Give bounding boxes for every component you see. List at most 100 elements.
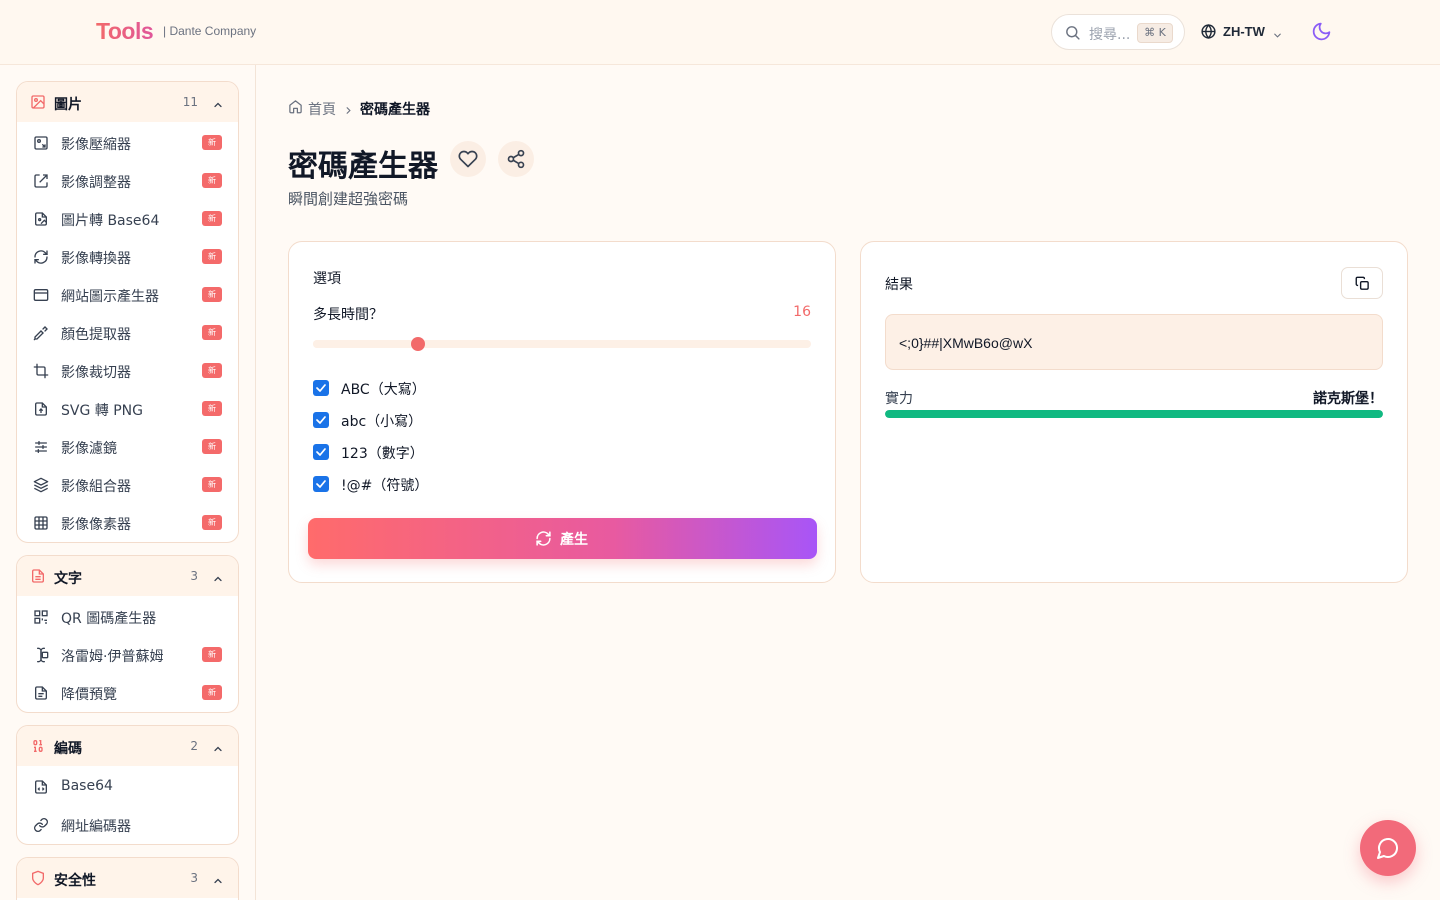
new-badge: 新 — [202, 287, 222, 302]
sidebar-group-header[interactable]: 圖片 11 — [17, 82, 238, 122]
result-title: 結果 — [885, 277, 913, 293]
sidebar-group-header[interactable]: 文字 3 — [17, 556, 238, 596]
checkmark-icon — [316, 448, 326, 456]
new-badge: 新 — [202, 249, 222, 264]
length-slider[interactable] — [313, 337, 811, 351]
sidebar-item-label: SVG 轉 PNG — [61, 403, 143, 419]
length-value: 16 — [793, 304, 811, 320]
sidebar-item-label: 影像轉換器 — [61, 251, 131, 267]
sidebar-item-image-resizer[interactable]: 影像調整器 新 — [17, 162, 238, 200]
sidebar-group-security: 安全性 3 — [16, 857, 239, 900]
checkbox-checked[interactable] — [313, 444, 329, 460]
new-badge: 新 — [202, 135, 222, 150]
file-image-icon — [33, 211, 49, 231]
home-icon[interactable] — [288, 99, 303, 118]
sidebar-item-color-extractor[interactable]: 顏色提取器 新 — [17, 314, 238, 352]
new-badge: 新 — [202, 173, 222, 188]
checkmark-icon — [316, 480, 326, 488]
sidebar-group-title: 文字 — [54, 571, 82, 587]
page-title: 密碼產生器 — [288, 149, 438, 184]
sidebar-item-image-pixelator[interactable]: 影像像素器 新 — [17, 504, 238, 542]
new-badge: 新 — [202, 439, 222, 454]
sidebar-group-encoding: 編碼 2 Base64 網址編碼器 — [16, 725, 239, 845]
favorite-button[interactable] — [450, 141, 486, 177]
sidebar-item-label: 影像調整器 — [61, 175, 131, 191]
sidebar-item-image-filters[interactable]: 影像濾鏡 新 — [17, 428, 238, 466]
password-text: <;0}##|XMwB6o@wX — [899, 335, 1033, 351]
slider-fill — [313, 340, 418, 348]
resize-icon — [33, 173, 49, 193]
file-code-icon — [33, 401, 49, 421]
strength-label: 實力 — [885, 391, 913, 407]
sidebar-item-favicon-generator[interactable]: 網站圖示產生器 新 — [17, 276, 238, 314]
breadcrumb-current: 密碼產生器 — [360, 102, 430, 118]
sidebar-group-title: 安全性 — [54, 873, 96, 889]
sidebar-item-qr-generator[interactable]: QR 圖碼產生器 — [17, 598, 238, 636]
sidebar-group-images: 圖片 11 影像壓縮器 新 影像調整器 新 圖片轉 Base64 新 影像轉換器… — [16, 81, 239, 543]
chevron-up-icon — [212, 740, 224, 759]
checkbox-checked[interactable] — [313, 476, 329, 492]
sidebar-group-count: 3 — [190, 871, 198, 885]
options-card: 選項 多長時間？ 16 ABC（大寫） abc（小寫） 123（數字） !@#（… — [288, 241, 836, 583]
sidebar-group-header[interactable]: 編碼 2 — [17, 726, 238, 766]
logo[interactable]: Tools — [96, 18, 154, 45]
grid-icon — [33, 515, 49, 535]
moon-icon[interactable] — [1311, 21, 1332, 46]
sidebar-item-label: 網站圖示產生器 — [61, 289, 159, 305]
refresh-icon — [536, 531, 551, 546]
sidebar-item-label: 圖片轉 Base64 — [61, 213, 160, 229]
shield-icon — [30, 870, 46, 890]
sidebar-item-label: 影像裁切器 — [61, 365, 131, 381]
chevron-up-icon — [212, 96, 224, 115]
language-label: ZH-TW — [1223, 24, 1265, 39]
chat-bubble-icon — [1377, 838, 1398, 859]
password-output[interactable]: <;0}##|XMwB6o@wX — [885, 314, 1383, 370]
heart-icon — [458, 150, 478, 168]
checkbox-label: abc（小寫） — [341, 414, 423, 430]
new-badge: 新 — [202, 401, 222, 416]
options-title: 選項 — [313, 271, 341, 287]
sidebar-group-text: 文字 3 QR 圖碼產生器 洛雷姆·伊普蘇姆 新 降價預覽 新 — [16, 555, 239, 713]
new-badge: 新 — [202, 685, 222, 700]
sidebar-item-image-cropper[interactable]: 影像裁切器 新 — [17, 352, 238, 390]
checkmark-icon — [316, 384, 326, 392]
share-button[interactable] — [498, 141, 534, 177]
sidebar-item-lorem-ipsum[interactable]: 洛雷姆·伊普蘇姆 新 — [17, 636, 238, 674]
text-cursor-icon — [33, 647, 49, 667]
sidebar-item-label: Base64 — [61, 778, 113, 794]
sidebar-item-image-converter[interactable]: 影像轉換器 新 — [17, 238, 238, 276]
new-badge: 新 — [202, 515, 222, 530]
generate-button[interactable]: 產生 — [308, 518, 817, 559]
generate-label: 產生 — [560, 532, 588, 548]
chat-button[interactable] — [1360, 820, 1416, 876]
search-input[interactable]: 搜尋... ⌘ K — [1051, 14, 1185, 50]
sidebar-item-base64[interactable]: Base64 — [17, 768, 238, 806]
slider-thumb[interactable] — [410, 337, 425, 351]
new-badge: 新 — [202, 647, 222, 662]
checkbox-checked[interactable] — [313, 412, 329, 428]
sidebar-item-label: 網址編碼器 — [61, 819, 131, 835]
sidebar-group-title: 編碼 — [54, 741, 82, 757]
image-compress-icon — [33, 135, 49, 155]
chevron-right-icon — [343, 101, 354, 120]
file-text-icon — [30, 568, 46, 588]
sidebar-item-label: QR 圖碼產生器 — [61, 611, 157, 627]
copy-button[interactable] — [1341, 267, 1383, 299]
sidebar-item-markdown-preview[interactable]: 降價預覽 新 — [17, 674, 238, 712]
chevron-down-icon — [1272, 26, 1283, 45]
strength-value: 諾克斯堡！ — [1313, 391, 1383, 407]
sidebar-item-image-compressor[interactable]: 影像壓縮器 新 — [17, 124, 238, 162]
sidebar-item-svg-to-png[interactable]: SVG 轉 PNG 新 — [17, 390, 238, 428]
breadcrumb-home-link[interactable]: 首頁 — [308, 99, 336, 119]
sidebar: 圖片 11 影像壓縮器 新 影像調整器 新 圖片轉 Base64 新 影像轉換器… — [0, 65, 256, 900]
sidebar-item-url-encoder[interactable]: 網址編碼器 — [17, 806, 238, 844]
checkbox-checked[interactable] — [313, 380, 329, 396]
checkbox-label: !@#（符號） — [341, 478, 429, 494]
sidebar-item-image-to-base64[interactable]: 圖片轉 Base64 新 — [17, 200, 238, 238]
browser-icon — [33, 287, 49, 307]
sidebar-item-image-combiner[interactable]: 影像組合器 新 — [17, 466, 238, 504]
page-subtitle: 瞬間創建超強密碼 — [288, 190, 409, 208]
sidebar-group-header[interactable]: 安全性 3 — [17, 858, 238, 898]
share-icon — [507, 149, 525, 169]
sidebar-item-label: 影像像素器 — [61, 517, 131, 533]
